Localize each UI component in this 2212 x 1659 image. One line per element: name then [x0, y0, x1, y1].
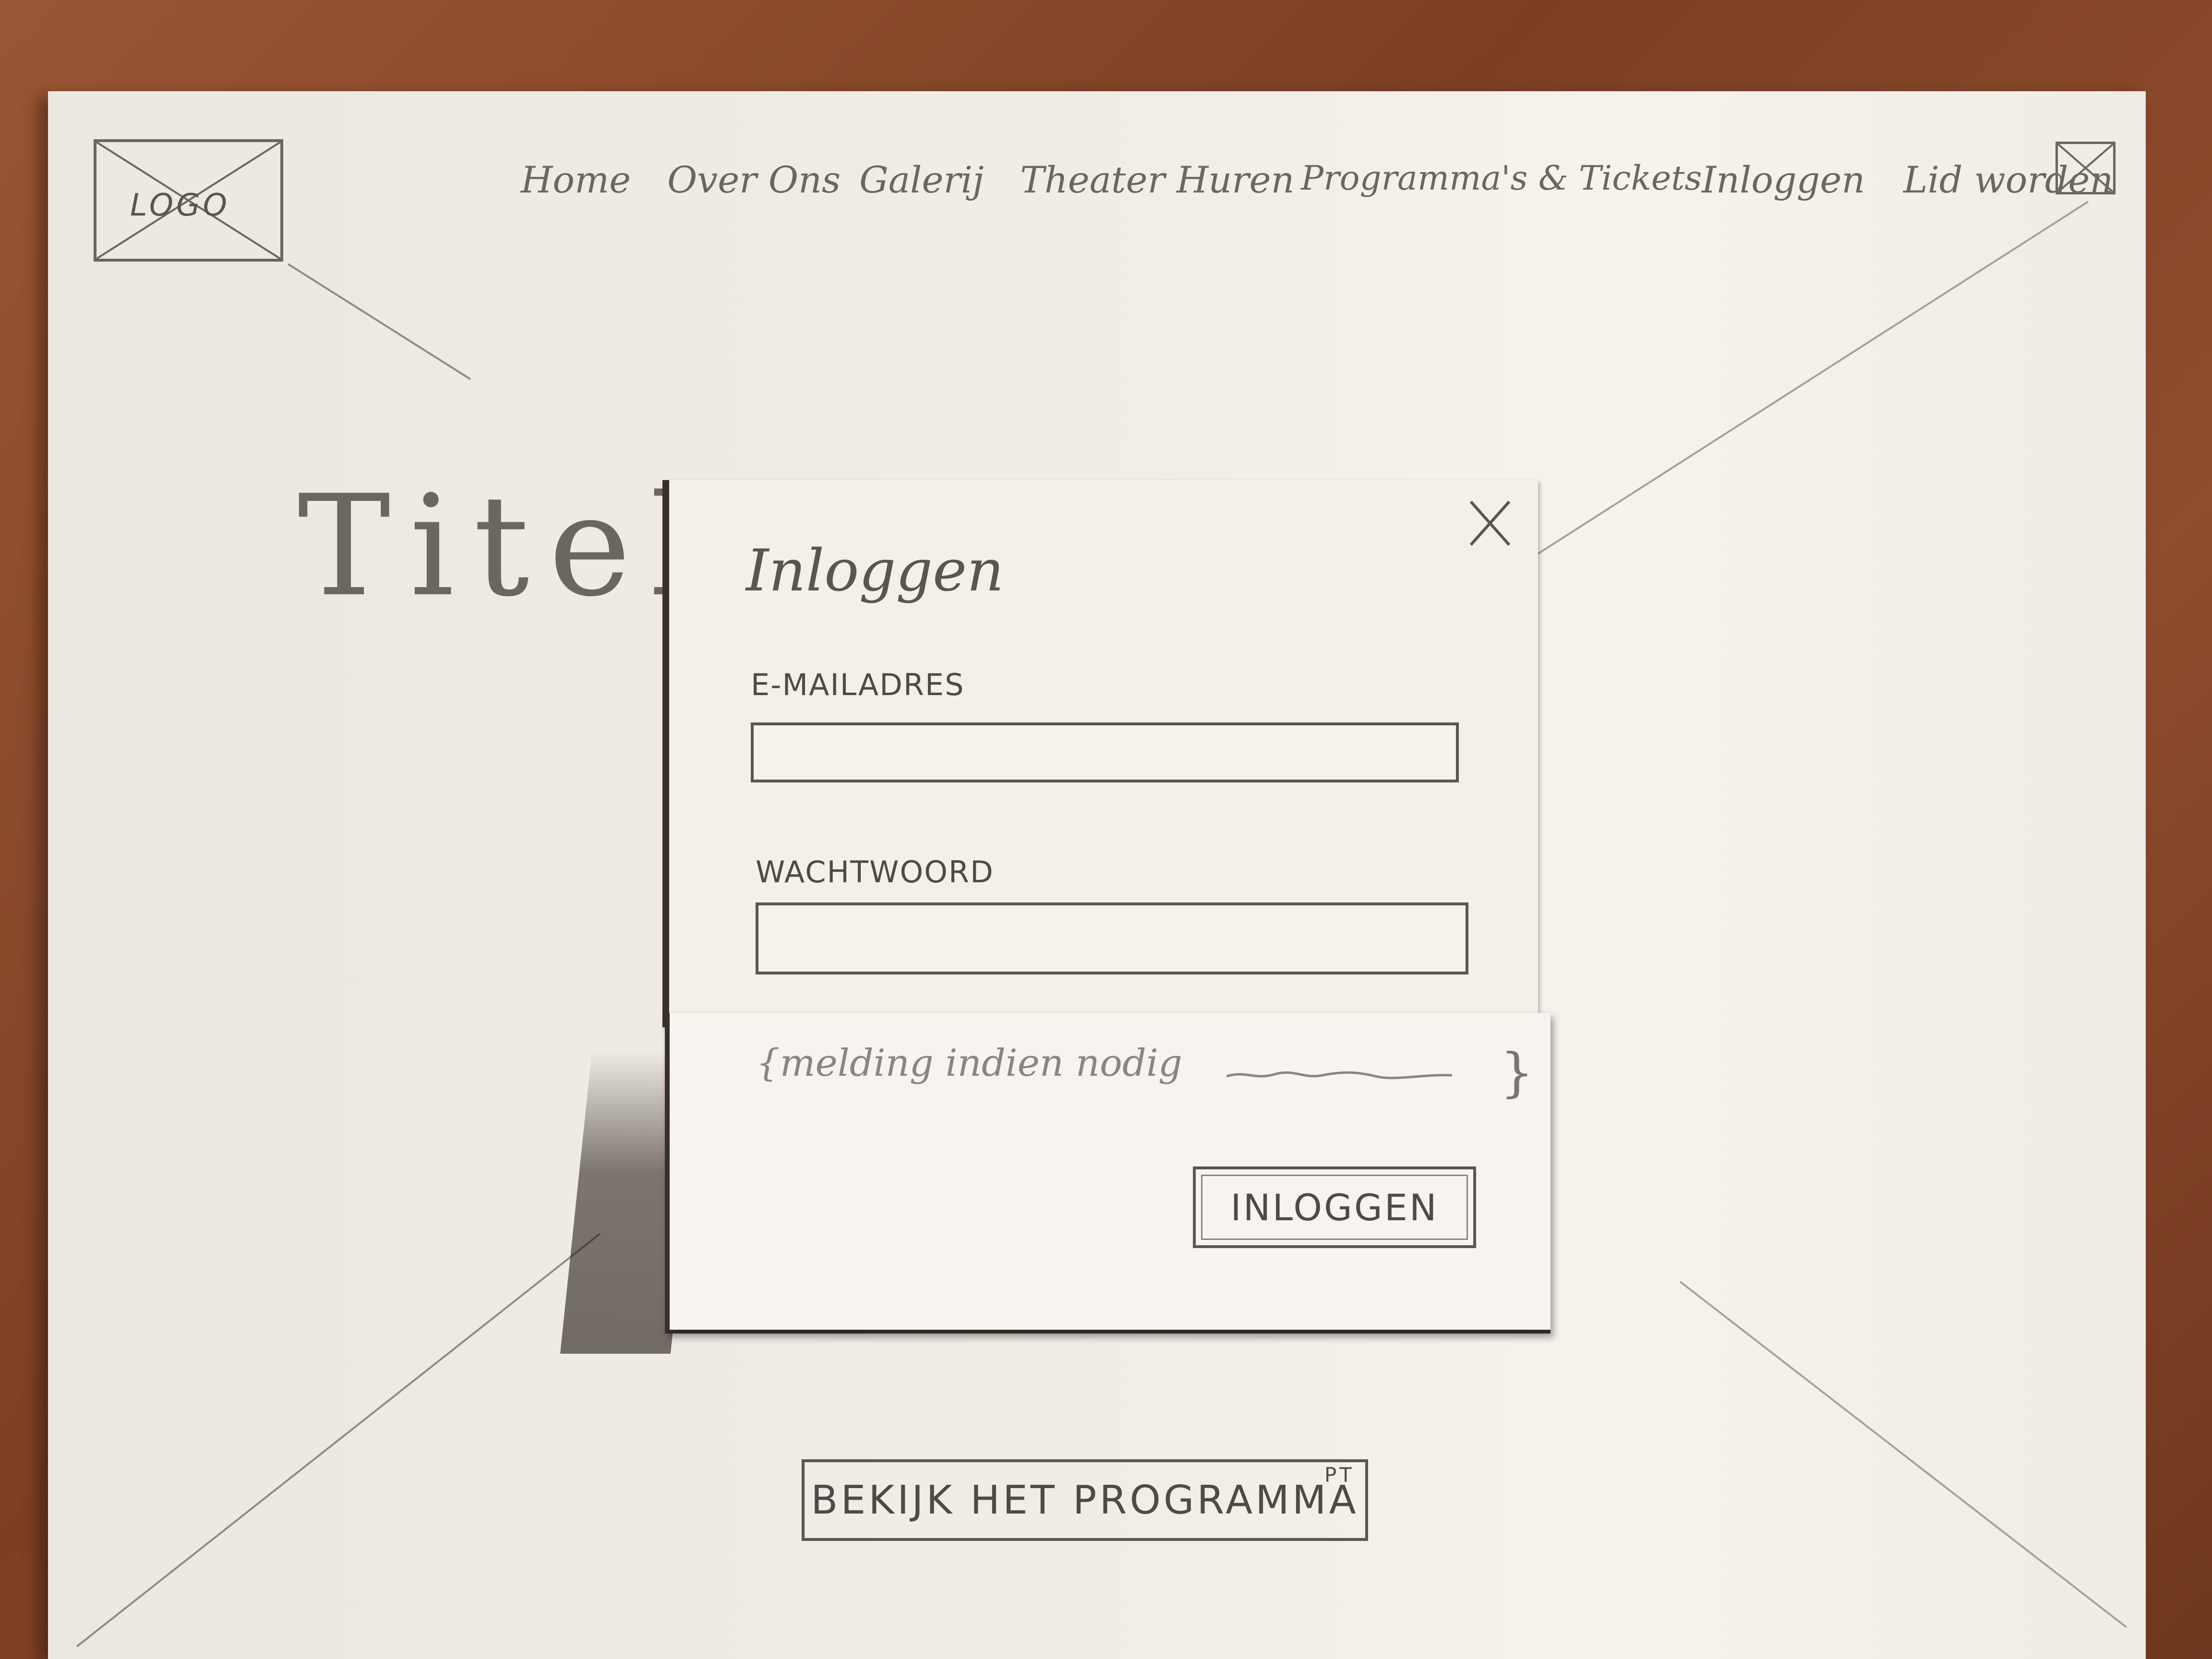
view-program-label: BEKIJK HET PROGRAMMA [811, 1477, 1359, 1523]
logo-placeholder[interactable]: LOGO [94, 139, 283, 262]
x-icon [2058, 144, 2113, 192]
wireframe-page: LOGO Home Over Ons Galerij Theater Huren… [48, 91, 2146, 1659]
login-submit-button[interactable]: INLOGGEN [1193, 1166, 1476, 1248]
nav-item-over-ons[interactable]: Over Ons [667, 158, 841, 201]
main-nav: Home Over Ons Galerij Theater Huren Prog… [521, 158, 2139, 216]
nav-item-programmas-tickets[interactable]: Programma's & Tickets [1301, 158, 1702, 198]
login-modal: Inloggen E-MAILADRES WACHTWOORD [662, 480, 1538, 1027]
close-icon[interactable] [1468, 499, 1512, 547]
view-program-superscript: PT [1324, 1463, 1355, 1487]
nav-item-theater-huren[interactable]: Theater Huren [1020, 158, 1294, 201]
nav-item-galerij[interactable]: Galerij [859, 158, 984, 201]
view-program-button[interactable]: BEKIJK HET PROGRAMMA PT [802, 1459, 1368, 1541]
notice-close-brace: } [1500, 1042, 1534, 1103]
menu-close-icon[interactable] [2056, 142, 2116, 194]
nav-item-home[interactable]: Home [521, 158, 631, 201]
nav-item-inloggen[interactable]: Inloggen [1702, 158, 1865, 201]
email-label: E-MAILADRES [751, 667, 965, 702]
email-field[interactable] [751, 722, 1459, 782]
password-field[interactable] [756, 902, 1468, 974]
notice-message: {melding indien nodig [756, 1042, 1182, 1085]
notice-placeholder-line [1226, 1071, 1453, 1080]
modal-title: Inloggen [746, 538, 1004, 604]
password-label: WACHTWOORD [756, 854, 994, 890]
login-modal-footer: {melding indien nodig } INLOGGEN [665, 1013, 1551, 1334]
page-title: Titel [298, 466, 714, 627]
logo-label: LOGO [130, 188, 230, 223]
